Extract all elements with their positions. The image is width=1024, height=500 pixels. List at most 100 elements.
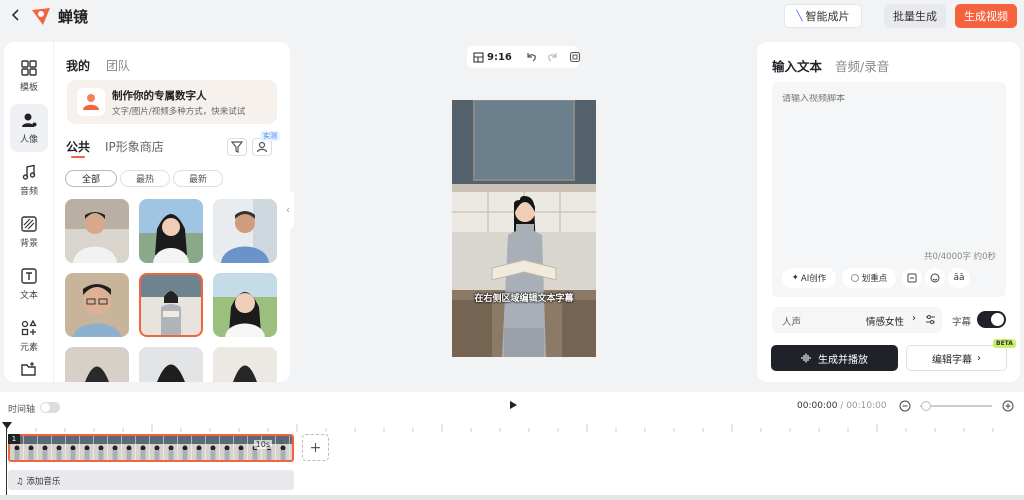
script-input[interactable] <box>782 94 992 104</box>
avatar-thumbnail[interactable] <box>65 199 129 263</box>
playhead-handle[interactable] <box>2 422 12 429</box>
promo-title: 制作你的专属数字人 <box>112 90 207 102</box>
horizontal-scrollbar[interactable] <box>0 495 1024 500</box>
track-number: 1 <box>8 434 20 444</box>
timeline-label: 时间轴 <box>8 405 36 415</box>
tab-public[interactable]: 公共 <box>66 138 90 155</box>
canvas-toolbar: 9:16 <box>467 46 581 68</box>
settings-sliders-icon[interactable] <box>925 314 936 325</box>
emotion-button[interactable] <box>925 268 945 288</box>
char-count: 共0/4000字 约0秒 <box>923 252 996 262</box>
generate-play-button[interactable]: 生成并播放 <box>771 345 898 371</box>
generate-video-button[interactable]: 生成视频 <box>955 4 1017 28</box>
ai-create-button[interactable]: ✦ AI创作 <box>782 268 836 288</box>
sidebar-item-label: 模板 <box>19 83 38 93</box>
avatar-thumbnail[interactable] <box>213 199 277 263</box>
aspect-ratio-select[interactable]: 9:16 <box>487 52 512 63</box>
zoom-in-icon[interactable] <box>1002 400 1014 412</box>
zoom-slider-handle[interactable] <box>921 401 931 411</box>
folder-icon <box>21 362 36 376</box>
create-digital-human-banner[interactable]: 制作你的专属数字人 文字/图片/视频多种方式，快来试试 <box>67 80 277 124</box>
sidebar-item-audio[interactable]: 音频 <box>10 156 48 204</box>
background-icon <box>21 216 37 232</box>
tab-ip-store[interactable]: IP形象商店 <box>105 138 164 155</box>
avatar-thumbnail[interactable] <box>65 347 129 382</box>
filter-icon <box>230 141 244 153</box>
video-clip[interactable]: 10s ⋮ <box>8 434 294 462</box>
sidebar-item-label: 人像 <box>19 135 38 145</box>
more-vertical-icon[interactable]: ⋮ <box>277 439 286 449</box>
undo-icon[interactable] <box>525 51 537 63</box>
script-editor[interactable]: 共0/4000字 约0秒 ✦AI创作 划重点 āā <box>772 82 1006 297</box>
back-arrow-icon[interactable] <box>8 7 24 23</box>
filter-button[interactable] <box>227 138 247 156</box>
preview-frame <box>452 100 596 357</box>
zoom-out-icon[interactable] <box>899 400 911 412</box>
promo-subtitle: 文字/图片/视频多种方式，快来试试 <box>112 107 246 117</box>
music-note-icon: ♫ <box>16 477 24 487</box>
highlight-button[interactable]: 划重点 <box>842 268 896 288</box>
beta-badge: BETA <box>993 339 1016 348</box>
sidebar-item-element[interactable]: 元素 <box>10 312 48 360</box>
filter-hot[interactable]: 最热 <box>120 170 170 187</box>
sidebar-item-background[interactable]: 背景 <box>10 208 48 256</box>
timeline-toggle[interactable] <box>40 402 60 413</box>
sidebar-item-person[interactable]: 人像 <box>10 104 48 152</box>
tab-team[interactable]: 团队 <box>106 57 130 74</box>
filter-all[interactable]: 全部 <box>65 170 117 187</box>
smile-icon <box>930 273 940 283</box>
batch-generate-button[interactable]: 批量生成 <box>884 4 946 28</box>
sidebar-item-template[interactable]: 模板 <box>10 52 48 100</box>
highlight-label: 划重点 <box>861 274 888 284</box>
tab-mine[interactable]: 我的 <box>66 57 90 74</box>
playhead[interactable] <box>6 428 7 500</box>
filter-new[interactable]: 最新 <box>173 170 223 187</box>
plus-icon: + <box>309 439 322 456</box>
chevron-right-icon: › <box>977 352 981 364</box>
pronunciation-button[interactable]: āā <box>948 268 970 288</box>
sidebar-item-text[interactable]: 文本 <box>10 260 48 308</box>
total-time: / 00:10:00 <box>840 401 887 411</box>
subtitle-toggle[interactable] <box>977 311 1006 328</box>
waveform-icon <box>801 353 812 363</box>
pause-insert-button[interactable] <box>902 268 922 288</box>
avatar-thumbnail[interactable] <box>139 199 203 263</box>
sidebar-item-label: 文本 <box>19 291 38 301</box>
template-icon <box>21 60 37 76</box>
real-badge: 实测 <box>260 131 280 141</box>
time-ruler <box>6 424 994 432</box>
chevron-right-icon: › <box>912 313 916 324</box>
subtitle-label: 字幕 <box>952 317 972 328</box>
avatar-thumbnail[interactable] <box>213 273 277 337</box>
generate-play-label: 生成并播放 <box>818 354 868 366</box>
video-subtitle: 在右侧区域编辑文本字幕 <box>474 294 574 304</box>
sidebar-item-folder[interactable] <box>10 360 48 382</box>
avatar-thumbnail-selected[interactable] <box>139 273 203 337</box>
toggle-knob <box>991 313 1004 326</box>
add-clip-button[interactable]: + <box>302 434 329 461</box>
redo-icon[interactable] <box>547 51 559 63</box>
tab-audio-record[interactable]: 音频/录音 <box>835 56 889 75</box>
voice-selector[interactable]: 人声 情感女性 › <box>772 307 942 333</box>
person-icon <box>22 113 37 127</box>
avatar-thumbnail[interactable] <box>213 347 277 382</box>
edit-subtitle-button[interactable]: 编辑字幕 › <box>906 345 1007 371</box>
play-icon[interactable] <box>508 400 518 410</box>
pause-insert-icon <box>907 273 917 283</box>
fit-screen-icon[interactable] <box>569 51 581 63</box>
timeline-panel: 时间轴 00:00:00 / 00:10:00 10s ⋮ 1 + ♫ 添加音乐 <box>0 392 1024 500</box>
video-preview[interactable]: 在右侧区域编辑文本字幕 <box>452 100 596 357</box>
music-icon <box>22 164 36 180</box>
text-icon <box>21 268 37 284</box>
logo-icon <box>30 5 52 27</box>
magic-wand-icon: ╲ <box>796 10 803 22</box>
aspect-ratio-icon <box>473 51 484 63</box>
top-bar: 蝉镜 ╲ 智能成片 批量生成 生成视频 <box>0 0 1024 32</box>
collapse-panel-button[interactable]: ‹ <box>282 190 294 230</box>
add-music-track[interactable]: ♫ 添加音乐 <box>8 470 294 490</box>
voice-label: 人声 <box>782 317 802 328</box>
smart-video-button[interactable]: ╲ 智能成片 <box>784 4 862 28</box>
avatar-thumbnail[interactable] <box>65 273 129 337</box>
avatar-thumbnail[interactable] <box>139 347 203 382</box>
tab-input-text[interactable]: 输入文本 <box>772 56 822 75</box>
